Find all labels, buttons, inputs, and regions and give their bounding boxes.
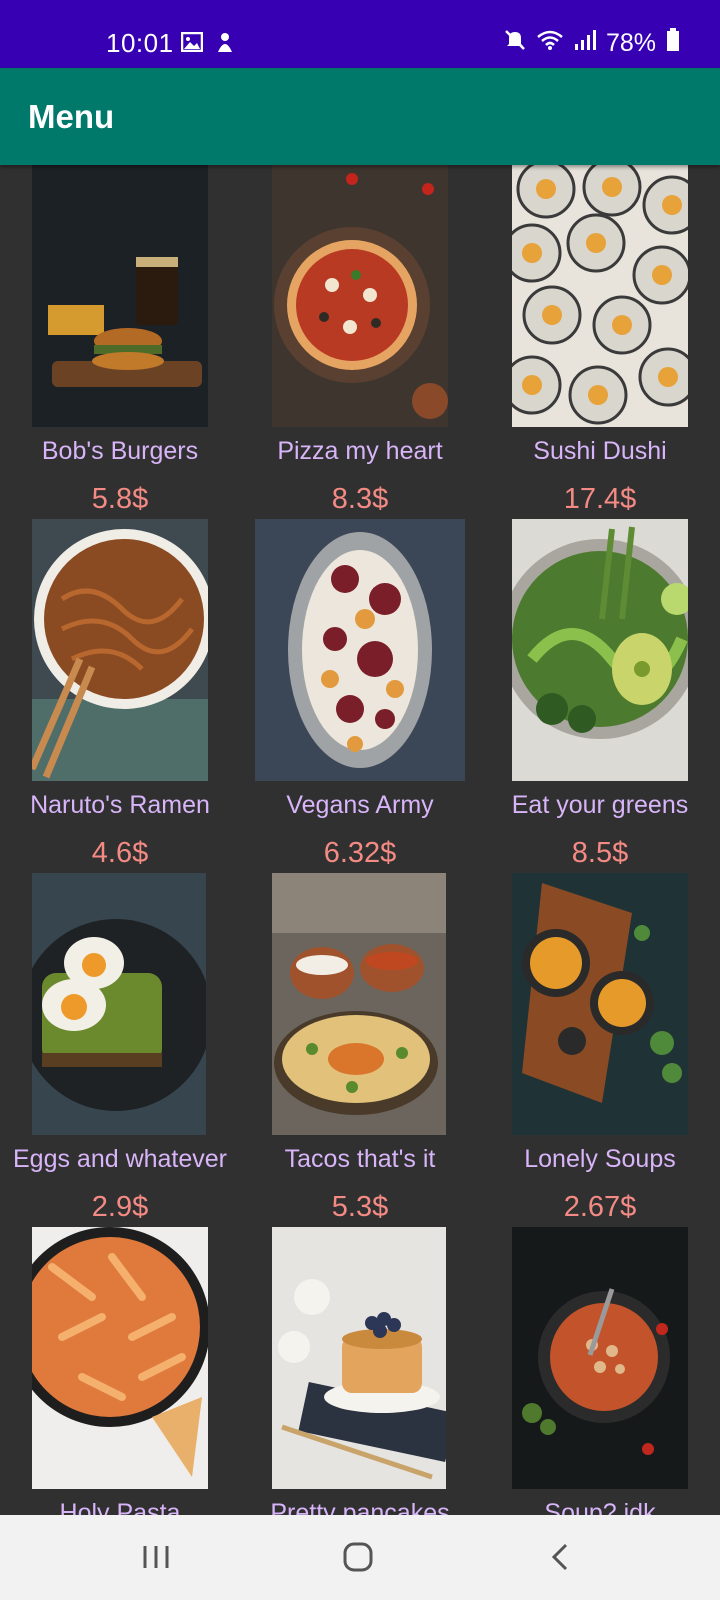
pizza-photo (272, 165, 448, 427)
item-name: Pizza my heart (277, 437, 443, 465)
menu-item[interactable]: Vegans Army 6.32$ (240, 519, 480, 873)
pancakes-photo (272, 1227, 446, 1489)
navigation-bar (0, 1515, 720, 1600)
sushi-photo (512, 165, 688, 427)
menu-item[interactable]: Eat your greens 8.5$ (480, 519, 720, 873)
item-price: 6.32$ (323, 837, 397, 869)
item-price: 2.9$ (91, 1191, 149, 1223)
burger-photo (32, 165, 208, 427)
vegan-plate-photo (255, 519, 465, 781)
status-bar: 10:01 78% (0, 0, 720, 68)
item-price: 17.4$ (563, 483, 637, 515)
soups-photo (512, 873, 688, 1135)
item-name: Sushi Dushi (533, 437, 667, 465)
item-price: 8.5$ (571, 837, 629, 869)
menu-item[interactable]: Eggs and whatever 2.9$ (0, 873, 240, 1227)
item-name: Tacos that's it (284, 1145, 436, 1173)
menu-item[interactable]: Lonely Soups 2.67$ (480, 873, 720, 1227)
item-price: 5.3$ (331, 1191, 389, 1223)
notification-icon (215, 32, 235, 59)
item-price: 8.3$ (331, 483, 389, 515)
menu-item[interactable]: Pizza my heart 8.3$ (240, 165, 480, 519)
mute-icon (504, 29, 526, 58)
menu-item[interactable]: Holy Pasta (0, 1227, 240, 1515)
item-name: Holy Pasta (59, 1499, 181, 1515)
item-name: Soup? idk (544, 1499, 656, 1515)
soup-bowl-photo (512, 1227, 688, 1489)
item-price: 4.6$ (91, 837, 149, 869)
signal-icon (574, 29, 596, 58)
tacos-photo (272, 873, 446, 1135)
menu-item[interactable]: Bob's Burgers 5.8$ (0, 165, 240, 519)
greens-bowl-photo (512, 519, 688, 781)
item-name: Pretty pancakes (270, 1499, 450, 1515)
item-name: Naruto's Ramen (30, 791, 210, 819)
eggs-toast-photo (32, 873, 206, 1135)
item-name: Eat your greens (511, 791, 689, 819)
menu-item[interactable]: Soup? idk (480, 1227, 720, 1515)
menu-item[interactable]: Sushi Dushi 17.4$ (480, 165, 720, 519)
item-name: Lonely Soups (524, 1145, 676, 1173)
recents-icon[interactable] (126, 1535, 186, 1579)
status-time: 10:01 (106, 28, 174, 58)
menu-item[interactable]: Tacos that's it 5.3$ (240, 873, 480, 1227)
item-name: Bob's Burgers (41, 437, 199, 465)
item-price: 2.67$ (563, 1191, 637, 1223)
image-icon (180, 31, 204, 59)
item-name: Eggs and whatever (12, 1145, 228, 1173)
battery-percent: 78% (605, 29, 656, 57)
ramen-photo (32, 519, 208, 781)
back-icon[interactable] (530, 1535, 590, 1579)
pasta-photo (32, 1227, 208, 1489)
home-icon[interactable] (328, 1535, 388, 1579)
wifi-icon (536, 29, 564, 58)
item-name: Vegans Army (286, 791, 434, 819)
item-price: 5.8$ (91, 483, 149, 515)
battery-icon (666, 28, 680, 59)
menu-item[interactable]: Naruto's Ramen 4.6$ (0, 519, 240, 873)
app-bar: Menu (0, 68, 720, 165)
menu-item[interactable]: Pretty pancakes (240, 1227, 480, 1515)
page-title: Menu (28, 98, 115, 135)
menu-grid[interactable]: Bob's Burgers 5.8$ Pizza my heart 8.3$ S… (0, 165, 720, 1515)
